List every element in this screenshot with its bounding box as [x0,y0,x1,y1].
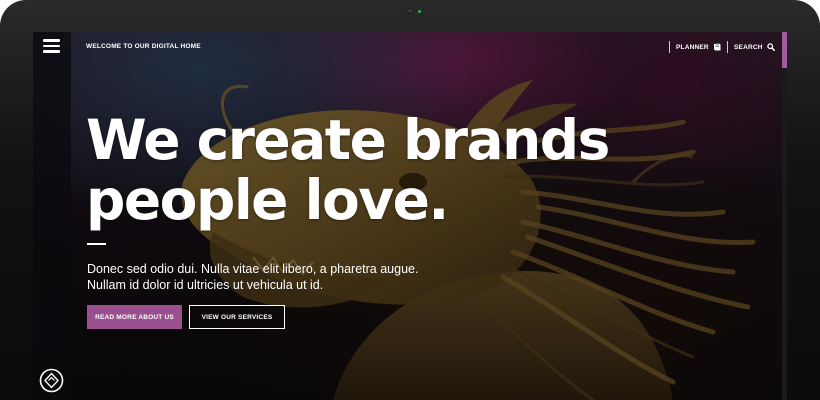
hamburger-menu-icon[interactable] [43,39,60,53]
body-line-1: Donec sed odio dui. Nulla vitae elit lib… [87,262,419,276]
book-icon [713,43,721,51]
planner-label: PLANNER [676,43,709,51]
body-line-2: Nullam id dolor id ultricies ut vehicula… [87,278,324,292]
side-navigation-panel [33,32,71,400]
nav-divider [727,41,728,53]
headline-line-2: people love. [86,168,449,232]
monitor-mockup: WELCOME TO OUR DIGITAL HOME PLANNER SEAR… [0,0,820,400]
scrollbar-track[interactable] [782,32,787,400]
scrollbar-thumb[interactable] [782,32,787,68]
search-icon [766,43,775,51]
webcam-icon [407,8,413,14]
planner-link[interactable]: PLANNER [676,42,721,52]
site-header: WELCOME TO OUR DIGITAL HOME PLANNER SEAR… [33,32,782,62]
headline-divider [87,243,106,245]
headline-line-1: We create brands [86,108,610,172]
website-screen: WELCOME TO OUR DIGITAL HOME PLANNER SEAR… [33,32,787,400]
hero-body-text: Donec sed odio dui. Nulla vitae elit lib… [87,261,487,293]
brand-logo-icon[interactable] [39,368,64,393]
hero-headline: We create brands people love. [86,108,610,232]
read-more-button[interactable]: READ MORE ABOUT US [87,305,182,329]
nav-divider [669,41,670,53]
welcome-text: WELCOME TO OUR DIGITAL HOME [86,43,201,50]
search-label: SEARCH [734,43,763,51]
webcam-led-icon [418,10,421,13]
view-services-button[interactable]: VIEW OUR SERVICES [189,305,285,329]
search-link[interactable]: SEARCH [734,42,775,52]
